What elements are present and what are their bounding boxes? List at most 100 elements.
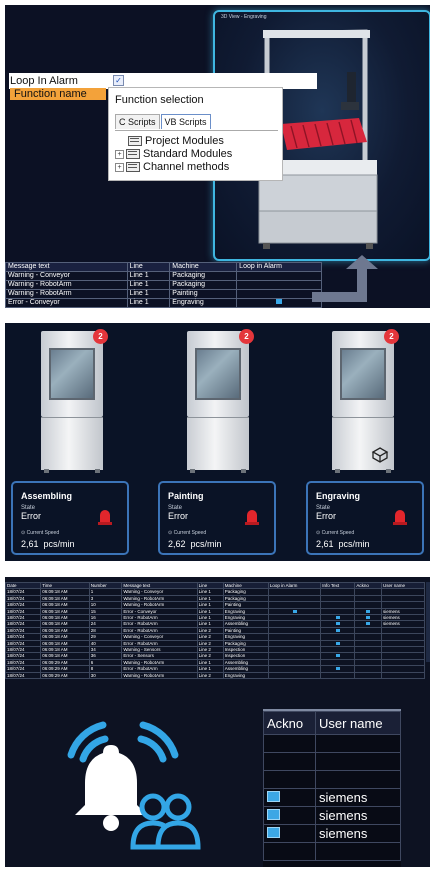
3d-object-icon[interactable] [370,446,390,464]
speed-value: 2,62 pcs/min [168,539,222,549]
table-row[interactable] [263,734,402,753]
check-icon[interactable] [335,616,340,620]
user-name-cell [314,752,402,771]
status-card-painting[interactable]: Painting State Error ⊙ Current Speed 2,6… [158,481,276,555]
speed-unit: pcs/min [190,539,222,549]
loop-in-alarm-check-icon[interactable] [276,299,283,304]
table-row[interactable]: siemens [263,824,402,843]
cabinet-legs [41,469,103,473]
check-icon[interactable] [335,654,340,658]
function-name-label[interactable]: Function name [10,88,106,100]
ackno-cell[interactable] [263,824,316,843]
table-header-row: Message text Line Machine Loop in Alarm [5,262,322,272]
check-icon[interactable] [366,609,371,613]
tree-item-standard-modules[interactable]: + Standard Modules [115,148,232,160]
ackno-cell[interactable] [263,770,316,789]
ackno-cell[interactable] [263,788,316,807]
alarm-beacon-icon [245,510,259,525]
col-user-name[interactable]: User name [314,711,402,735]
speed-value: 2,61 pcs/min [21,539,75,549]
cabinet-top [41,331,103,417]
check-icon[interactable] [267,791,280,802]
table-header-row: Ackno User name [263,711,402,735]
side-toolbar[interactable] [426,582,430,662]
user-name-cell: siemens [314,806,402,825]
expand-icon[interactable]: + [115,162,124,172]
cell [236,289,322,299]
speed-unit: pcs/min [338,539,370,549]
table-row[interactable] [263,752,402,771]
table-row[interactable]: Error - Conveyor Line 1 Engraving [5,298,322,308]
alarm-count-badge: 2 [93,329,108,344]
module-tree: Project Modules + Standard Modules + Chann… [115,130,278,178]
table-row[interactable]: siemens [263,806,402,825]
cell: Line 1 [126,271,171,281]
station-painting[interactable]: 2 [187,329,254,473]
tree-item-project-modules[interactable]: Project Modules [128,135,224,147]
speed-label-text: Current Speed [26,530,60,536]
speed-value: 2,61 pcs/min [316,539,370,549]
check-icon[interactable] [292,609,297,613]
check-icon[interactable] [335,667,340,671]
expand-icon[interactable]: + [115,149,124,159]
col-message-text[interactable]: Message text [5,262,128,272]
alarm-table: Date Time Number Message text Line Machine Loo… [5,581,425,680]
alarm-count-badge: 2 [384,329,399,344]
check-icon[interactable] [366,616,371,620]
check-icon[interactable] [335,622,340,626]
check-icon[interactable] [335,628,340,632]
status-card-assembling[interactable]: Assembling State Error ⊙ Current Speed 2… [11,481,129,555]
cell: 18/07/24 [5,671,42,680]
cell: 30 [88,671,123,680]
table-row[interactable]: Warning - Conveyor Line 1 Packaging [5,271,322,281]
station-assembling[interactable]: 2 [41,329,108,473]
tab-c-scripts[interactable]: C Scripts [115,114,160,129]
alarm-beacon-icon [98,510,112,525]
user-name-cell [314,734,402,753]
tree-item-channel-methods[interactable]: + Channel methods [115,161,229,173]
check-icon[interactable] [267,827,280,838]
table-row[interactable] [263,770,402,789]
cabinet-top [187,331,249,417]
state-value: Error [21,511,41,521]
col-line[interactable]: Line [126,262,171,272]
cell: Warning - RobotArm [5,289,128,299]
folder-icon [126,162,140,173]
zoomed-table: Ackno User name siemens siemens siemens [263,709,402,867]
check-icon[interactable] [335,641,340,645]
zoom-table: Ackno User name siemens siemens siemens [263,711,402,861]
check-icon[interactable] [267,809,280,820]
speed-label: ⊙ Current Speed [168,530,207,536]
table-row[interactable]: Warning - RobotArm Line 1 Packaging [5,280,322,290]
check-icon[interactable] [366,622,371,626]
table-row[interactable] [263,842,402,861]
card-title: Painting [168,491,204,501]
ackno-cell[interactable] [263,734,316,753]
cabinet-legs [187,469,249,473]
table-row[interactable]: Warning - RobotArm Line 1 Painting [5,289,322,299]
cell [320,671,356,680]
ackno-cell[interactable] [263,752,316,771]
col-machine[interactable]: Machine [169,262,238,272]
status-card-engraving[interactable]: Engraving State Error ⊙ Current Speed 2,… [306,481,424,555]
card-title: Engraving [316,491,361,501]
cell: Error - Conveyor [5,298,128,308]
user-name-cell [314,770,402,789]
cell: Line 1 [126,280,171,290]
ackno-cell[interactable] [263,842,316,861]
cell [236,280,322,290]
table-row[interactable]: 18/07/24 06:09:29 AM 30 Warning - RobotArm L… [5,671,425,680]
col-loop-in-alarm[interactable]: Loop in Alarm [236,262,322,272]
tab-vb-scripts[interactable]: VB Scripts [160,114,211,129]
loop-in-alarm-checkbox[interactable]: ✓ [113,75,124,86]
table-row[interactable]: siemens [263,788,402,807]
ackno-cell[interactable] [263,806,316,825]
col-ackno[interactable]: Ackno [263,711,316,735]
cabinet-window [340,348,386,400]
state-value: Error [168,511,188,521]
cell: Line 1 [126,289,171,299]
card-title: Assembling [21,491,73,501]
station-engraving[interactable]: 2 [332,329,399,473]
cell [236,271,322,281]
cabinet-window [195,348,241,400]
